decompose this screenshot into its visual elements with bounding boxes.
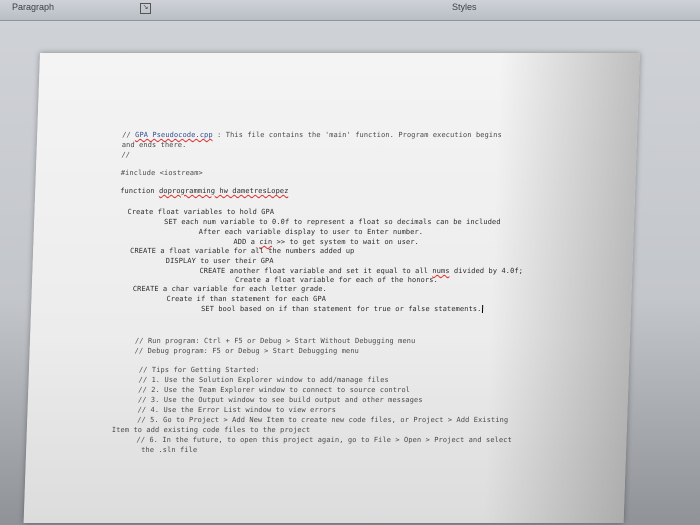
code-text: SET each num variable to 0.0f to represe… <box>163 218 501 226</box>
code-text: the .sln file <box>140 446 198 454</box>
paragraph-group-label: Paragraph <box>12 2 55 12</box>
code-line: // 6. In the future, to open this projec… <box>136 436 512 444</box>
code-text: CREATE a float variable for all the numb… <box>129 247 355 255</box>
spellcheck-flagged-text: cin <box>259 238 273 246</box>
code-line: and ends there. <box>122 141 187 149</box>
document-canvas: // GPA Pseudocode.cpp : This file contai… <box>0 21 700 525</box>
code-text: DISPLAY to user their GPA <box>165 257 274 265</box>
dialog-launcher-icon[interactable]: ↘ <box>140 3 151 14</box>
spellcheck-flagged-text: nums <box>432 267 450 275</box>
code-line: Create if than statement for each GPA <box>166 295 326 303</box>
code-line: // 3. Use the Output window to see build… <box>138 396 423 404</box>
code-text: Item to add existing code files to the p… <box>111 426 311 434</box>
code-text: #include <iostream> <box>120 169 203 177</box>
code-text: ADD a <box>233 238 260 246</box>
code-line: // 5. Go to Project > Add New Item to cr… <box>137 416 508 424</box>
code-line: ADD a cin >> to get system to wait on us… <box>233 238 419 246</box>
code-text: function <box>120 187 160 195</box>
code-line: #include <iostream> <box>121 169 203 177</box>
code-text: // 5. Go to Project > Add New Item to cr… <box>137 416 509 424</box>
code-text: // 4. Use the Error List window to view … <box>137 406 337 414</box>
code-text: CREATE a char variable for each letter g… <box>132 285 328 293</box>
code-text: After each variable display to user to E… <box>198 228 424 236</box>
code-line: // 2. Use the Team Explorer window to co… <box>138 386 410 394</box>
code-text: and ends there. <box>121 141 187 149</box>
code-text: // 6. In the future, to open this projec… <box>136 436 512 444</box>
screen-glare <box>483 53 640 523</box>
code-line: CREATE a float variable for all the numb… <box>130 247 355 255</box>
code-line: // 4. Use the Error List window to view … <box>137 406 336 414</box>
code-line: SET bool based on if than statement for … <box>201 305 484 313</box>
ribbon-toolbar: Paragraph ↘ Styles <box>0 0 700 21</box>
code-text: Create a float variable for each of the … <box>234 276 438 284</box>
code-line: // 1. Use the Solution Explorer window t… <box>138 376 389 384</box>
code-text: // <box>121 151 131 159</box>
code-text: Create float variables to hold GPA <box>127 208 275 216</box>
code-line: After each variable display to user to E… <box>199 228 424 236</box>
code-line: SET each num variable to 0.0f to represe… <box>164 218 501 226</box>
code-text: Create if than statement for each GPA <box>166 295 327 303</box>
file-name-link[interactable]: GPA Pseudocode.cpp <box>135 131 213 139</box>
code-line: // Debug program: F5 or Debug > Start De… <box>134 347 359 355</box>
code-line: // <box>121 151 130 159</box>
code-text: // Debug program: F5 or Debug > Start De… <box>134 347 360 355</box>
code-text: >> to get system to wait on user. <box>272 238 420 246</box>
spellcheck-flagged-text: doprogramming hw dametresLopez <box>158 187 289 195</box>
styles-group-label: Styles <box>452 2 477 12</box>
code-text: // Tips for Getting Started: <box>138 366 260 374</box>
code-line: DISPLAY to user their GPA <box>166 257 274 265</box>
code-line: // Run program: Ctrl + F5 or Debug > Sta… <box>135 337 416 345</box>
code-line: the .sln file <box>141 446 197 454</box>
code-text: // <box>121 131 136 139</box>
document-page[interactable]: // GPA Pseudocode.cpp : This file contai… <box>23 53 641 523</box>
code-line: Item to add existing code files to the p… <box>112 426 311 434</box>
code-text: // 3. Use the Output window to see build… <box>137 396 423 404</box>
code-line: Create float variables to hold GPA <box>127 208 274 216</box>
code-text: // 1. Use the Solution Explorer window t… <box>138 376 389 384</box>
code-text: // 2. Use the Team Explorer window to co… <box>138 386 411 394</box>
code-text: // Run program: Ctrl + F5 or Debug > Sta… <box>134 337 416 345</box>
code-text: SET bool based on if than statement for … <box>200 305 482 313</box>
code-line: // GPA Pseudocode.cpp : This file contai… <box>122 131 502 139</box>
code-line: Create a float variable for each of the … <box>235 276 438 284</box>
code-line: CREATE another float variable and set it… <box>199 267 523 275</box>
text-cursor <box>482 305 484 313</box>
code-line: function doprogramming hw dametresLopez <box>120 187 289 195</box>
code-line: CREATE a char variable for each letter g… <box>133 285 327 293</box>
code-line: // Tips for Getting Started: <box>139 366 260 374</box>
code-text: CREATE another float variable and set it… <box>199 267 433 275</box>
code-text: : This file contains the 'main' function… <box>212 131 502 139</box>
